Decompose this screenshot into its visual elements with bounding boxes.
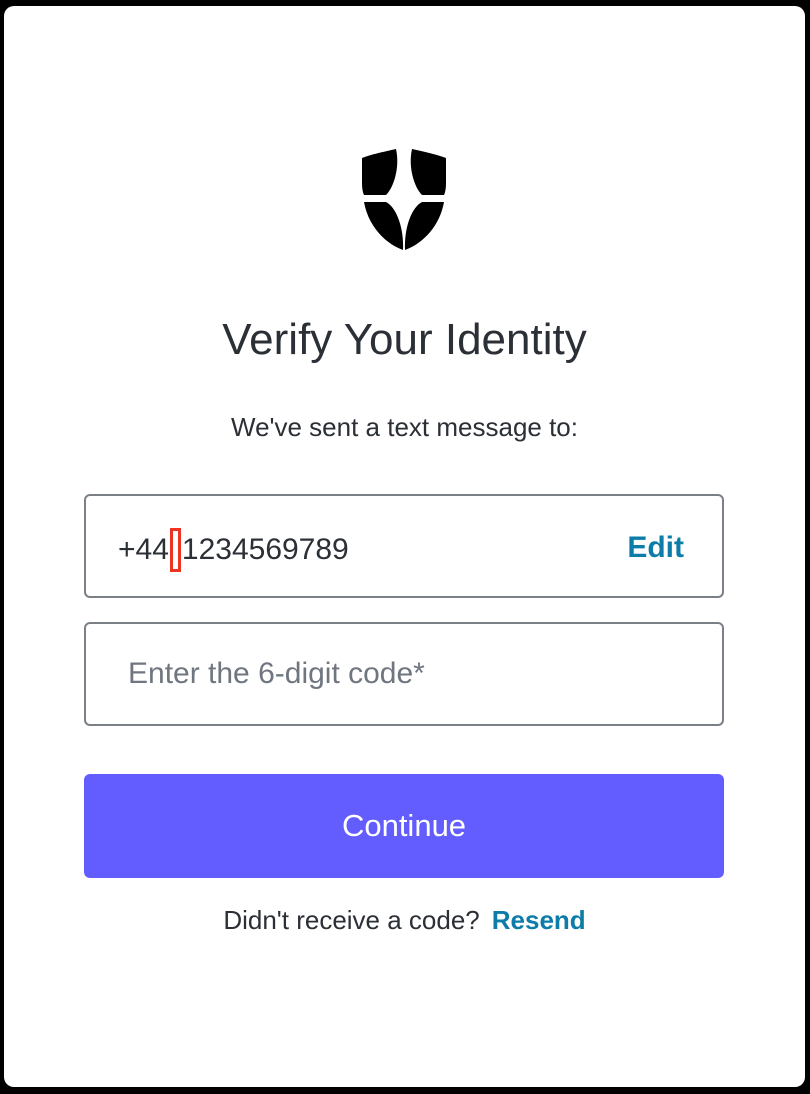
edit-phone-link[interactable]: Edit xyxy=(627,528,684,568)
phone-number-display: +44 1234569789 xyxy=(118,528,349,572)
verify-identity-card: Verify Your Identity We've sent a text m… xyxy=(4,6,805,1087)
resend-prompt: Didn't receive a code? xyxy=(223,905,480,935)
phone-number: 1234569789 xyxy=(181,533,349,566)
resend-link[interactable]: Resend xyxy=(492,905,586,935)
page-subtitle: We've sent a text message to: xyxy=(231,412,578,442)
verification-code-field xyxy=(84,622,724,726)
shield-logo-icon xyxy=(362,149,446,250)
page-title: Verify Your Identity xyxy=(222,315,587,364)
phone-number-field: +44 1234569789 Edit xyxy=(84,494,724,598)
phone-prefix: +44 xyxy=(118,533,169,566)
continue-button[interactable]: Continue xyxy=(84,774,724,878)
resend-row: Didn't receive a code? Resend xyxy=(4,903,805,937)
verification-code-input[interactable] xyxy=(86,624,722,724)
text-caret-highlight xyxy=(169,528,181,572)
